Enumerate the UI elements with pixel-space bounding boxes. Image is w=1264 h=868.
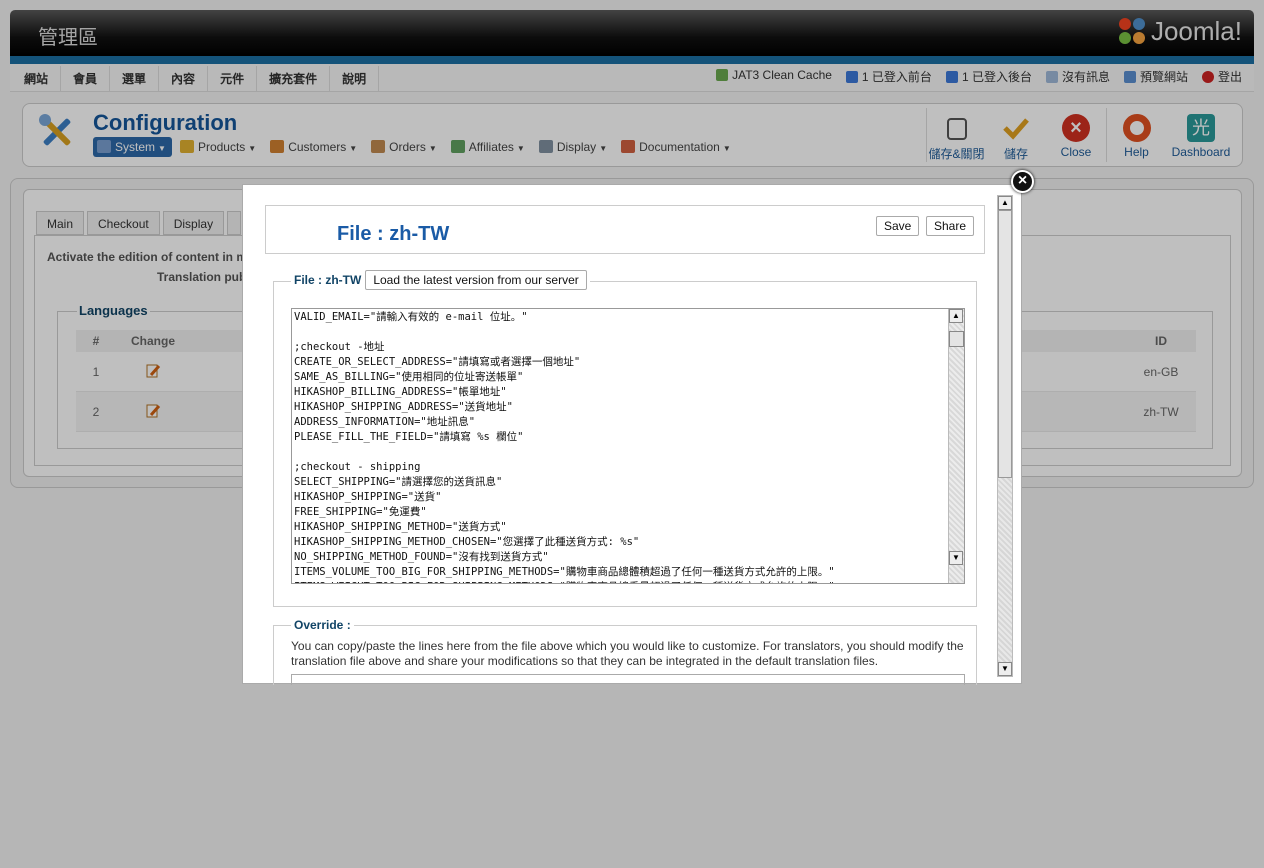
override-textarea[interactable] <box>291 674 965 685</box>
file-legend: File : zh-TW Load the latest version fro… <box>291 270 590 290</box>
file-header: File : zh-TW Save Share <box>265 205 985 254</box>
file-legend-label: File : zh-TW <box>294 273 362 287</box>
modal-close-icon[interactable]: × <box>1011 170 1034 193</box>
modal-scroll-up-icon[interactable]: ▲ <box>998 196 1012 210</box>
file-content: VALID_EMAIL="請輸入有效的 e-mail 位址。" ;checkou… <box>294 311 835 583</box>
modal-scroll-thumb[interactable] <box>998 210 1012 478</box>
load-latest-button[interactable]: Load the latest version from our server <box>365 270 587 290</box>
translation-modal: File : zh-TW Save Share File : zh-TW Loa… <box>242 184 1022 685</box>
modal-content: File : zh-TW Save Share File : zh-TW Loa… <box>243 185 999 685</box>
modal-scroll-down-icon[interactable]: ▼ <box>998 662 1012 676</box>
scroll-up-icon[interactable]: ▲ <box>949 309 963 323</box>
file-title: File : zh-TW <box>337 223 450 245</box>
file-editor-textarea[interactable]: VALID_EMAIL="請輸入有效的 e-mail 位址。" ;checkou… <box>291 308 965 584</box>
share-button[interactable]: Share <box>926 216 975 236</box>
editor-scrollbar[interactable]: ▲ ▼ <box>948 309 964 583</box>
override-legend: Override : <box>291 618 354 632</box>
file-fieldset: File : zh-TW Load the latest version fro… <box>273 270 977 607</box>
modal-scrollbar[interactable]: ▲ ▼ <box>997 195 1013 677</box>
override-description: You can copy/paste the lines here from t… <box>291 639 964 668</box>
editor-scroll-thumb[interactable] <box>949 331 964 347</box>
save-button[interactable]: Save <box>876 216 920 236</box>
scroll-down-icon[interactable]: ▼ <box>949 551 963 565</box>
override-fieldset: Override : You can copy/paste the lines … <box>273 618 977 685</box>
